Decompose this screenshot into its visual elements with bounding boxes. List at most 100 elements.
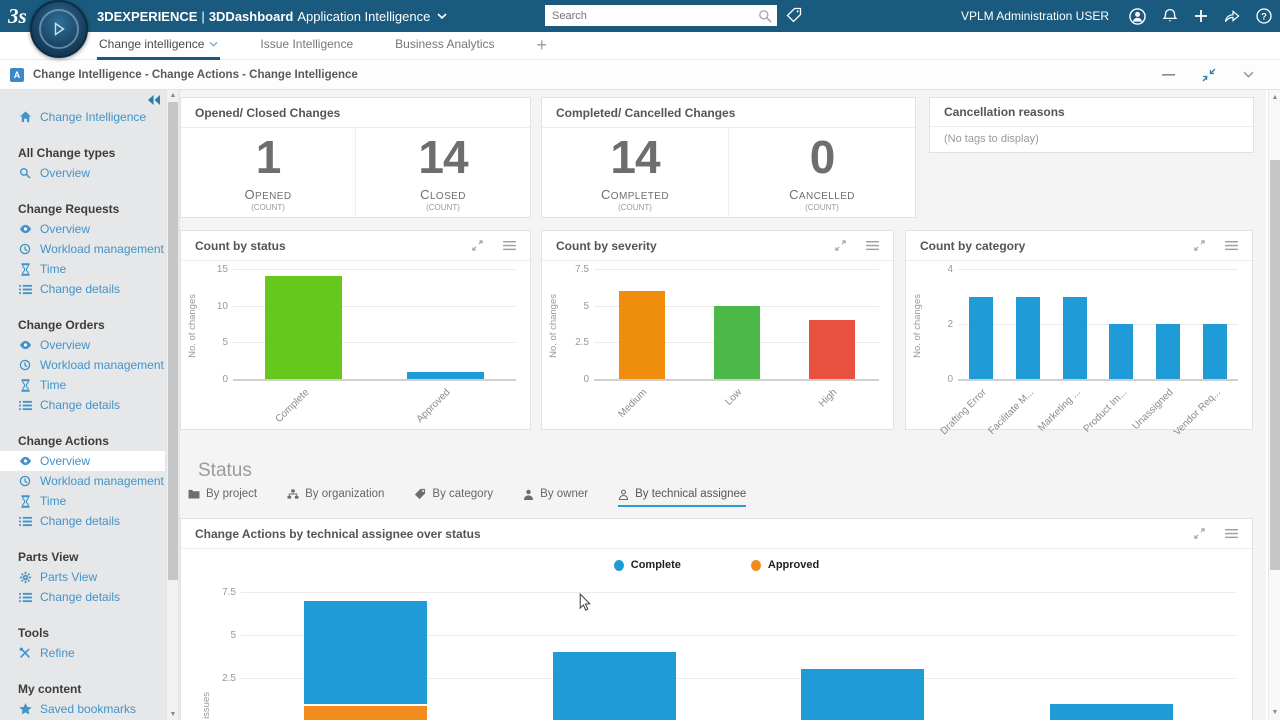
bar-unassigned[interactable] [1156, 324, 1180, 379]
sidebar-item-saved-bookmarks[interactable]: Saved bookmarks [0, 699, 165, 719]
chevron-down-icon[interactable] [1243, 71, 1254, 78]
segment-approved[interactable] [304, 704, 427, 720]
chevron-down-icon[interactable] [437, 13, 447, 19]
search-box[interactable] [545, 5, 777, 26]
count-by-status-chart: No. of changes051015CompleteApproved [181, 261, 530, 429]
scroll-up-icon[interactable]: ▲ [167, 92, 179, 99]
menu-icon[interactable] [1225, 529, 1238, 539]
sidebar-item-overview[interactable]: Overview [0, 451, 165, 471]
bar-approved[interactable] [407, 372, 484, 379]
legend-item-approved[interactable]: Approved [751, 559, 819, 571]
status-tab-by-owner[interactable]: By owner [523, 488, 588, 507]
sidebar-collapse-icon[interactable] [148, 95, 160, 105]
status-tab-by-organization[interactable]: By organization [287, 488, 384, 507]
stacked-bar-2[interactable] [553, 652, 676, 720]
segment-complete[interactable] [304, 601, 427, 704]
y-tick-label: 15 [201, 264, 228, 275]
chart-title: Count by severity [556, 239, 657, 253]
segment-complete[interactable] [801, 669, 924, 720]
scroll-down-icon[interactable]: ▼ [1269, 709, 1280, 716]
svg-text:3s: 3s [8, 4, 27, 28]
plot-area: 02.557.5 [594, 271, 879, 381]
status-tab-label: By category [432, 488, 493, 500]
scroll-down-icon[interactable]: ▼ [167, 711, 179, 718]
y-axis-label: No. of changes [912, 271, 923, 381]
bar-facilitate-m[interactable] [1016, 297, 1040, 380]
legend-item-complete[interactable]: Complete [614, 559, 681, 571]
tab-issue-intelligence[interactable]: Issue Intelligence [258, 32, 355, 60]
sidebar-item-label: Time [40, 378, 66, 392]
tab-business-analytics[interactable]: Business Analytics [393, 32, 496, 60]
sidebar-scrollbar[interactable]: ▲ ▼ [166, 90, 178, 720]
status-tab-by-category[interactable]: By category [414, 488, 493, 507]
sidebar-item-time[interactable]: Time [0, 259, 165, 279]
compass-logo[interactable] [30, 0, 88, 58]
bar-high[interactable] [809, 320, 855, 379]
sidebar-item-workload-management[interactable]: Workload management [0, 355, 165, 375]
sidebar-item-overview[interactable]: Overview [0, 219, 165, 239]
restore-window-icon[interactable] [1202, 68, 1216, 82]
expand-icon[interactable] [472, 240, 483, 251]
stacked-bar-3[interactable] [801, 669, 924, 720]
kpi-cancelled: 0 Cancelled (count) [728, 128, 915, 217]
kpi-sub: (count) [426, 203, 460, 212]
bar-vendor-req[interactable] [1203, 324, 1227, 379]
bar-product-im[interactable] [1109, 324, 1133, 379]
status-tab-by-project[interactable]: By project [188, 488, 257, 507]
play-icon [51, 21, 67, 37]
bar-marketing[interactable] [1063, 297, 1087, 380]
help-icon[interactable]: ? [1256, 8, 1272, 24]
sidebar-item-change-intelligence[interactable]: Change Intelligence [0, 107, 165, 127]
y-tick-label: 2.5 [209, 673, 236, 684]
tab-change-intelligence[interactable]: Change intelligence [97, 32, 220, 60]
sidebar-item-time[interactable]: Time [0, 491, 165, 511]
menu-icon[interactable] [503, 241, 516, 251]
sidebar-item-change-details[interactable]: Change details [0, 279, 165, 299]
bar-low[interactable] [714, 306, 760, 379]
menu-icon[interactable] [1225, 241, 1238, 251]
user-name[interactable]: VPLM Administration USER [961, 9, 1109, 23]
sidebar-item-overview[interactable]: Overview [0, 335, 165, 355]
menu-icon[interactable] [866, 241, 879, 251]
x-tick-label: Medium [616, 387, 649, 420]
expand-icon[interactable] [835, 240, 846, 251]
sidebar-item-label: Parts View [40, 570, 97, 584]
gridline [958, 269, 1238, 270]
user-profile-icon[interactable] [1129, 8, 1146, 25]
add-tab-button[interactable]: + [537, 35, 548, 56]
expand-icon[interactable] [1194, 240, 1205, 251]
minimize-icon[interactable] [1162, 73, 1175, 77]
sidebar-item-workload-management[interactable]: Workload management [0, 239, 165, 259]
sidebar-item-overview[interactable]: Overview [0, 163, 165, 183]
sidebar-item-change-details[interactable]: Change details [0, 395, 165, 415]
add-plus-icon[interactable] [1194, 9, 1208, 23]
search-icon[interactable] [758, 9, 772, 23]
chevron-icon[interactable] [209, 41, 218, 47]
search-input[interactable] [550, 9, 758, 23]
share-icon[interactable] [1224, 9, 1240, 23]
status-tab-by-technical-assignee[interactable]: By technical assignee [618, 488, 746, 507]
bar-complete[interactable] [265, 276, 342, 379]
sidebar-item-time[interactable]: Time [0, 375, 165, 395]
tag-button[interactable] [786, 7, 802, 23]
notifications-bell-icon[interactable] [1162, 8, 1178, 24]
stacked-bar-1[interactable] [304, 601, 427, 720]
sidebar-item-workload-management[interactable]: Workload management [0, 471, 165, 491]
sidebar-item-change-details[interactable]: Change details [0, 587, 165, 607]
bar-drafting-error[interactable] [969, 297, 993, 380]
segment-complete[interactable] [1050, 704, 1173, 720]
sidebar-item-change-details[interactable]: Change details [0, 511, 165, 531]
segment-complete[interactable] [553, 652, 676, 720]
sidebar-item-refine[interactable]: Refine [0, 643, 165, 663]
expand-icon[interactable] [1194, 528, 1205, 539]
assignee-over-status-card: Change Actions by technical assignee ove… [180, 518, 1253, 720]
org-icon [287, 489, 299, 500]
bar-medium[interactable] [619, 291, 665, 379]
stacked-bar-4[interactable] [1050, 704, 1173, 720]
main-scrollbar[interactable]: ▲ ▼ [1268, 90, 1280, 720]
sidebar-item-parts-view[interactable]: Parts View [0, 567, 165, 587]
sidebar-section-header: All Change types [0, 143, 180, 163]
scrollbar-thumb[interactable] [1270, 160, 1280, 570]
scrollbar-thumb[interactable] [168, 102, 178, 580]
scroll-up-icon[interactable]: ▲ [1269, 94, 1280, 101]
